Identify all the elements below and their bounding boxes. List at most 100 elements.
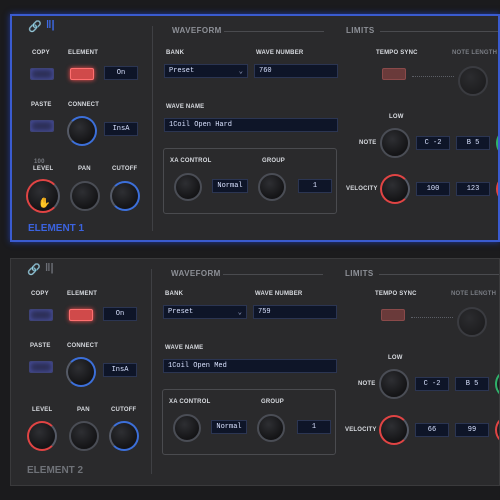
wave-number-label: WAVE NUMBER <box>255 291 303 297</box>
velocity-low-display[interactable]: 100 <box>416 182 450 196</box>
connect-display[interactable]: InsA <box>104 122 138 136</box>
bank-value: Preset <box>168 308 194 316</box>
note-low-display[interactable]: C -2 <box>415 377 449 391</box>
element-1-panel: 🔗 ‖| COPY ELEMENT On PASTE CONNECT InsA … <box>10 14 500 242</box>
connect-knob[interactable] <box>67 116 97 146</box>
section-divider <box>223 274 323 275</box>
wave-name-display[interactable]: 1Coil Open Med <box>163 359 337 373</box>
tempo-sync-button[interactable] <box>382 68 406 80</box>
element-label: ELEMENT <box>67 291 98 297</box>
connect-knob[interactable] <box>66 357 96 387</box>
level-knob[interactable] <box>27 421 57 451</box>
group-label: GROUP <box>261 399 285 405</box>
note-low-display[interactable]: C -2 <box>416 136 450 150</box>
cutoff-label: CUTOFF <box>111 407 137 413</box>
paste-button[interactable] <box>29 361 53 373</box>
note-length-label: NOTE LENGTH <box>452 50 498 56</box>
xa-control-knob[interactable] <box>173 414 201 442</box>
element-toggle-button[interactable] <box>69 309 93 321</box>
element-2-panel: 🔗 ‖| COPY ELEMENT On PASTE CONNECT InsA … <box>10 258 500 486</box>
velocity-low-knob[interactable] <box>380 174 410 204</box>
connect-label: CONNECT <box>68 102 100 108</box>
wave-number-display[interactable]: 759 <box>253 305 337 319</box>
velocity-label: VELOCITY <box>345 427 377 433</box>
chevron-down-icon: ⌄ <box>237 308 242 317</box>
note-high-knob[interactable] <box>495 369 499 399</box>
velocity-low-knob[interactable] <box>379 415 409 445</box>
note-high-knob[interactable] <box>496 128 498 158</box>
note-high-display[interactable]: B 5 <box>456 136 490 150</box>
element-status-display[interactable]: On <box>103 307 137 321</box>
level-label: LEVEL <box>33 166 54 172</box>
element-toggle-button[interactable] <box>70 68 94 80</box>
wave-name-display[interactable]: 1Coil Open Hard <box>164 118 338 132</box>
connect-display[interactable]: InsA <box>103 363 137 377</box>
wave-name-label: WAVE NAME <box>166 104 205 110</box>
waveform-section-title: WAVEFORM <box>171 269 221 278</box>
bank-label: BANK <box>165 291 184 297</box>
group-display[interactable]: 1 <box>297 420 331 434</box>
wave-number-display[interactable]: 760 <box>254 64 338 78</box>
velocity-high-display[interactable]: 123 <box>456 182 490 196</box>
dotted-line <box>412 76 454 77</box>
bank-select[interactable]: Preset ⌄ <box>163 305 247 319</box>
cutoff-label: CUTOFF <box>112 166 138 172</box>
low-label: LOW <box>388 355 403 361</box>
bank-value: Preset <box>169 67 195 75</box>
pan-label: PAN <box>78 166 91 172</box>
pan-knob[interactable] <box>69 421 99 451</box>
connect-label: CONNECT <box>67 343 99 349</box>
group-display[interactable]: 1 <box>298 179 332 193</box>
element-label: ELEMENT <box>68 50 99 56</box>
bars-icon[interactable]: ‖| <box>45 262 54 274</box>
paste-label: PASTE <box>31 102 52 108</box>
bank-select[interactable]: Preset ⌄ <box>164 64 248 78</box>
wave-number-label: WAVE NUMBER <box>256 50 304 56</box>
velocity-low-display[interactable]: 66 <box>415 423 449 437</box>
note-label: NOTE <box>358 381 376 387</box>
note-high-display[interactable]: B 5 <box>455 377 489 391</box>
limits-section-title: LIMITS <box>345 269 374 278</box>
cutoff-knob[interactable] <box>109 421 139 451</box>
note-length-knob[interactable] <box>458 66 488 96</box>
copy-button[interactable] <box>30 68 54 80</box>
section-divider <box>224 31 324 32</box>
copy-button[interactable] <box>29 309 53 321</box>
tempo-sync-label: TEMPO SYNC <box>375 291 417 297</box>
note-length-label: NOTE LENGTH <box>451 291 497 297</box>
xa-control-display[interactable]: Normal <box>212 179 248 193</box>
chevron-down-icon: ⌄ <box>238 67 243 76</box>
bars-icon[interactable]: ‖| <box>46 19 55 31</box>
element-title: ELEMENT 1 <box>28 223 85 234</box>
hand-cursor-icon: ✋ <box>38 198 51 209</box>
tempo-sync-label: TEMPO SYNC <box>376 50 418 56</box>
dotted-line <box>411 317 453 318</box>
note-label: NOTE <box>359 140 377 146</box>
element-status-display[interactable]: On <box>104 66 138 80</box>
pan-knob[interactable] <box>70 181 100 211</box>
velocity-high-display[interactable]: 99 <box>455 423 489 437</box>
bank-label: BANK <box>166 50 185 56</box>
xa-control-knob[interactable] <box>174 173 202 201</box>
velocity-high-knob[interactable] <box>496 174 498 204</box>
cutoff-knob[interactable] <box>110 181 140 211</box>
note-length-knob[interactable] <box>457 307 487 337</box>
group-knob[interactable] <box>257 414 285 442</box>
link-icon[interactable]: 🔗 <box>27 263 41 276</box>
paste-button[interactable] <box>30 120 54 132</box>
copy-label: COPY <box>32 50 50 56</box>
note-low-knob[interactable] <box>380 128 410 158</box>
copy-label: COPY <box>31 291 49 297</box>
divider <box>151 269 152 474</box>
xa-control-label: XA CONTROL <box>170 158 212 164</box>
link-icon[interactable]: 🔗 <box>28 20 42 33</box>
xa-control-display[interactable]: Normal <box>211 420 247 434</box>
level-label: LEVEL <box>32 407 53 413</box>
waveform-section-title: WAVEFORM <box>172 26 222 35</box>
xa-control-label: XA CONTROL <box>169 399 211 405</box>
tempo-sync-button[interactable] <box>381 309 405 321</box>
level-value-tooltip: 100 <box>34 159 45 165</box>
group-knob[interactable] <box>258 173 286 201</box>
velocity-high-knob[interactable] <box>495 415 499 445</box>
note-low-knob[interactable] <box>379 369 409 399</box>
